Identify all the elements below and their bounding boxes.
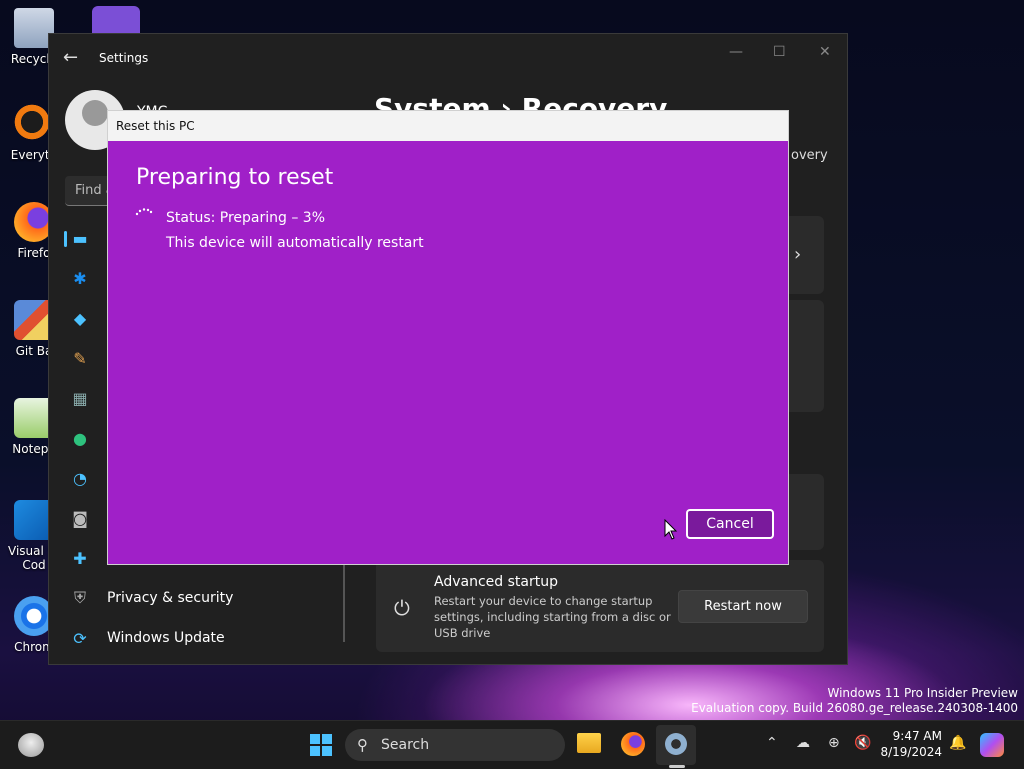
sidebar-item-label: Privacy & security <box>107 590 234 606</box>
watermark-edition: Windows 11 Pro Insider Preview <box>827 686 1018 700</box>
system-icon: ▬ <box>72 228 88 248</box>
taskbar: ⚲ Search ⌃ ☁ ⊕ 🔇 9:47 AM 8/19/2024 🔔 <box>0 720 1024 769</box>
back-arrow-icon[interactable]: ← <box>63 47 78 68</box>
apps-icon: ▦ <box>72 388 88 408</box>
chevron-up-icon[interactable]: ⌃ <box>766 735 778 751</box>
widgets-weather-icon[interactable] <box>18 733 44 757</box>
settings-gear-icon <box>665 733 687 755</box>
sidebar-scroll-divider <box>343 564 345 642</box>
settings-titlebar: ← Settings — ☐ ✕ <box>49 34 847 82</box>
watermark-build: Evaluation copy. Build 26080.ge_release.… <box>691 701 1018 715</box>
clock-time: 9:47 AM <box>892 729 942 743</box>
breadcrumb-fragment: overy <box>791 148 828 163</box>
firefox-taskbar-icon[interactable] <box>621 732 645 756</box>
dialog-titlebar: Reset this PC <box>108 111 788 141</box>
spinner-icon <box>135 208 153 216</box>
network-icon[interactable]: ⊕ <box>828 735 840 751</box>
advanced-startup-icon: ⏻ <box>394 596 410 620</box>
minimize-icon[interactable]: — <box>729 44 743 60</box>
shield-icon: ⛨ <box>73 588 86 607</box>
start-windows-icon[interactable] <box>309 733 333 757</box>
close-icon[interactable]: ✕ <box>819 44 831 60</box>
maximize-icon[interactable]: ☐ <box>773 44 786 60</box>
mouse-cursor-icon <box>664 519 678 540</box>
dialog-heading: Preparing to reset <box>136 165 334 190</box>
search-icon: ⚲ <box>357 736 368 754</box>
restart-message: This device will automatically restart <box>166 235 424 251</box>
reset-pc-dialog: Reset this PC Preparing to reset Status:… <box>107 110 789 565</box>
time-language-icon: ◔ <box>73 468 87 488</box>
nav-selection-indicator <box>64 231 67 247</box>
accounts-icon: ● <box>73 428 87 448</box>
search-label: Search <box>381 737 430 753</box>
advanced-startup-title: Advanced startup <box>434 574 558 590</box>
onedrive-icon[interactable]: ☁ <box>796 735 810 751</box>
advanced-startup-description: Restart your device to change startup se… <box>434 594 671 640</box>
personalization-brush-icon: ✎ <box>73 348 87 368</box>
sidebar-item-label: Windows Update <box>107 630 225 646</box>
reset-status: Status: Preparing – 3% <box>166 210 326 226</box>
windows-update-icon: ⟳ <box>73 628 87 648</box>
volume-muted-icon[interactable]: 🔇 <box>854 735 871 751</box>
wifi-icon: ◆ <box>73 308 87 328</box>
chevron-right-icon[interactable]: › <box>794 244 801 265</box>
taskbar-search-box[interactable]: ⚲ Search <box>345 729 565 761</box>
copilot-icon[interactable] <box>980 733 1004 757</box>
file-explorer-icon[interactable] <box>577 733 601 753</box>
dialog-title: Reset this PC <box>116 119 195 133</box>
accessibility-icon: ✚ <box>73 548 87 568</box>
sidebar-item-windows-update[interactable]: ⟳ Windows Update <box>69 620 339 656</box>
bluetooth-icon: ✱ <box>73 268 87 288</box>
gaming-icon: ◙ <box>72 508 88 528</box>
sidebar-item-privacy[interactable]: ⛨ Privacy & security <box>69 580 339 616</box>
notification-bell-icon[interactable]: 🔔 <box>949 735 966 751</box>
cancel-button[interactable]: Cancel <box>686 509 774 539</box>
taskbar-clock[interactable]: 9:47 AM 8/19/2024 <box>880 728 942 760</box>
clock-date: 8/19/2024 <box>880 745 942 759</box>
settings-app-title: Settings <box>99 51 149 65</box>
restart-now-button[interactable]: Restart now <box>678 590 808 623</box>
